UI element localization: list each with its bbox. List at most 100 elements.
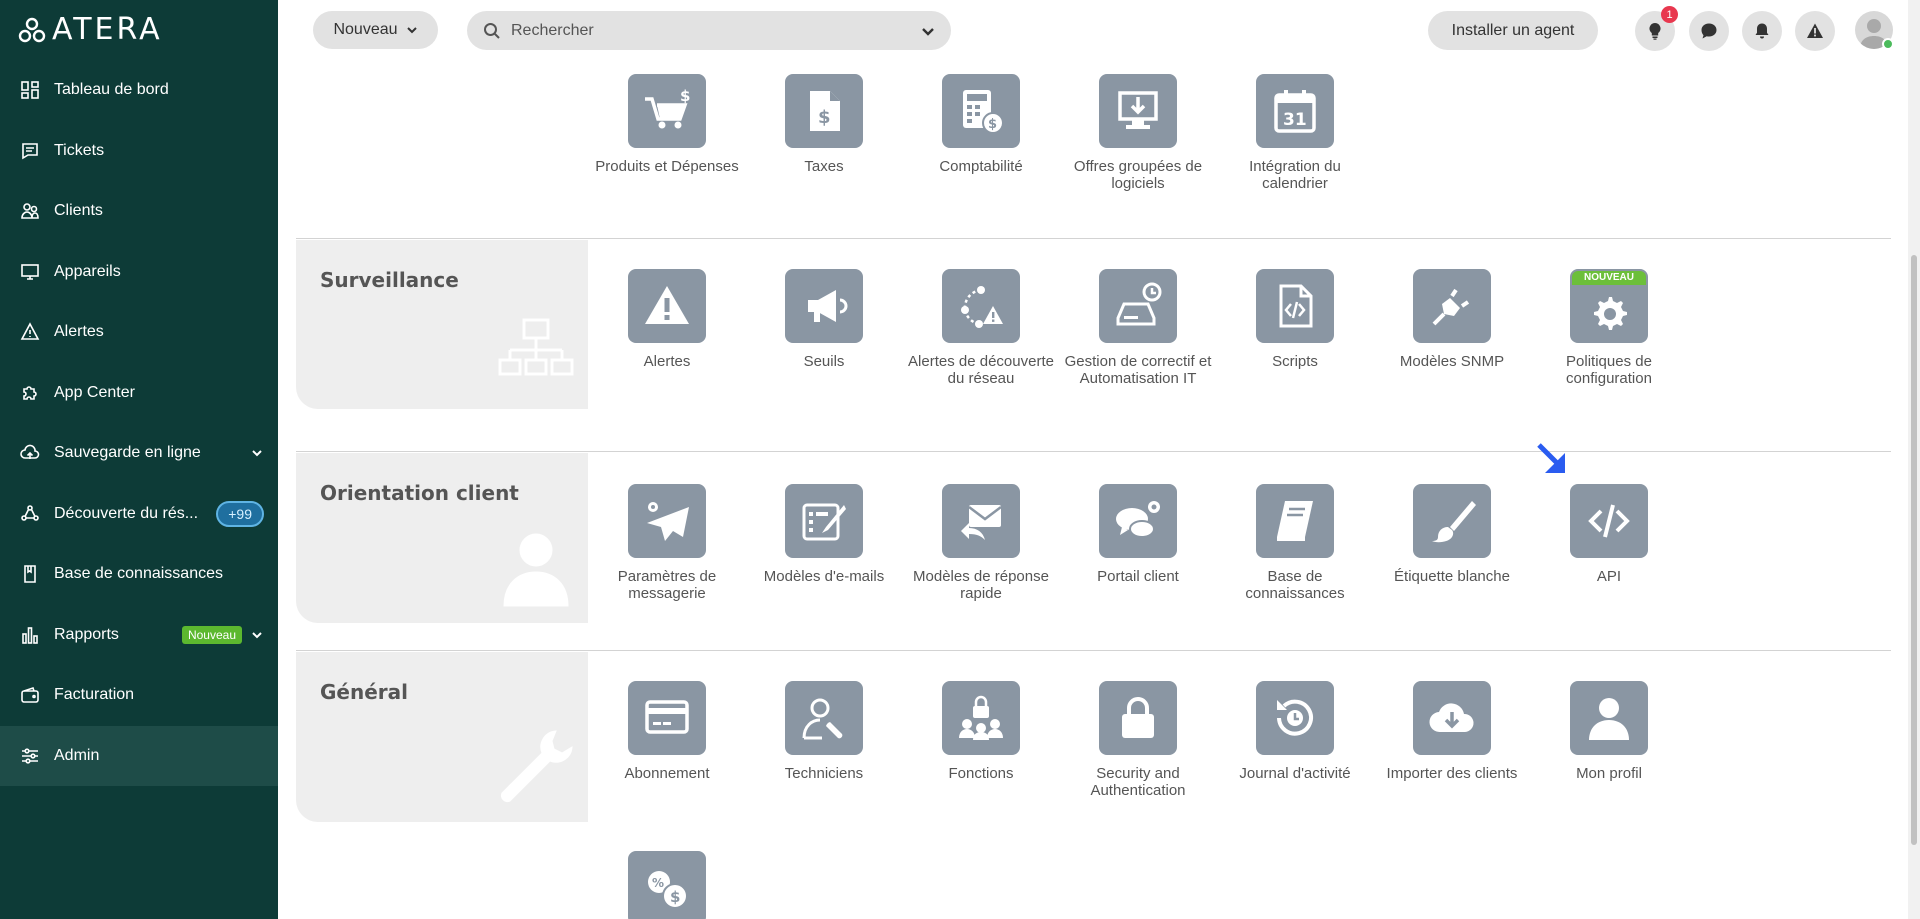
svg-text:$: $ — [988, 117, 997, 132]
clients-icon — [20, 201, 40, 221]
sidebar-item-app-center[interactable]: App Center — [0, 363, 278, 424]
sidebar-item-label: App Center — [54, 383, 135, 401]
tile-import-clients[interactable]: Importer des clients — [1373, 681, 1531, 782]
tile-label: Étiquette blanche — [1394, 568, 1510, 585]
sidebar-item-billing[interactable]: Facturation — [0, 665, 278, 726]
install-agent-button[interactable]: Installer un agent — [1428, 11, 1598, 50]
chevron-down-icon[interactable] — [250, 628, 264, 642]
tile-white-label[interactable]: Étiquette blanche — [1373, 484, 1531, 585]
user-icon — [1570, 681, 1648, 755]
roles-lock-icon — [942, 681, 1020, 755]
online-status-dot — [1882, 38, 1894, 50]
admin-content: $ Produits et Dépenses $ Taxes $ Comptab… — [278, 60, 1908, 919]
sidebar-item-knowledge-base[interactable]: Base de connaissances — [0, 544, 278, 605]
tile-client-portal[interactable]: Portail client — [1059, 484, 1217, 585]
tile-label: Politiques de configuration — [1566, 353, 1652, 387]
new-button-label: Nouveau — [333, 21, 398, 38]
tile-technicians[interactable]: Techniciens — [745, 681, 903, 782]
sidebar-item-devices[interactable]: Appareils — [0, 242, 278, 303]
tile-label: Alertes — [643, 353, 691, 370]
tile-label: Modèles SNMP — [1399, 353, 1505, 370]
chat-button[interactable] — [1689, 11, 1729, 51]
puzzle-icon — [20, 383, 40, 403]
section-card: Orientation client — [296, 453, 588, 623]
tile-taxes[interactable]: $ Taxes — [745, 74, 903, 175]
book-icon — [1256, 484, 1334, 558]
sidebar-item-label: Sauvegarde en ligne — [54, 444, 201, 462]
tile-knowledge-base[interactable]: Base de connaissances — [1216, 484, 1374, 602]
sidebar-item-clients[interactable]: Clients — [0, 181, 278, 242]
sidebar-item-reports[interactable]: Rapports Nouveau — [0, 605, 278, 666]
tile-email-templates[interactable]: Modèles d'e-mails — [745, 484, 903, 585]
tile-configuration-policies[interactable]: NOUVEAU Politiques de configuration — [1530, 269, 1688, 387]
surveillance-section: Surveillance Alertes Seuils Alertes de d… — [296, 238, 1891, 451]
pointer-arrow-icon — [1537, 443, 1565, 473]
chevron-down-icon[interactable] — [250, 446, 264, 460]
svg-text:$: $ — [680, 87, 690, 105]
sidebar-item-admin[interactable]: Admin — [0, 725, 278, 786]
tile-label: Offres groupées de logiciels — [1073, 158, 1203, 192]
tile-patch-management[interactable]: Gestion de correctif et Automatisation I… — [1059, 269, 1217, 387]
chevron-down-icon[interactable] — [921, 24, 935, 38]
wrench-illustration-icon — [496, 727, 576, 812]
tile-calendar-integration[interactable]: 31 Intégration du calendrier — [1216, 74, 1374, 192]
tips-button[interactable]: 1 — [1635, 6, 1678, 51]
network-alert-icon — [942, 269, 1020, 343]
sidebar-item-label: Admin — [54, 746, 100, 764]
tile-label: Intégration du calendrier — [1249, 158, 1341, 192]
tile-network-discovery-alerts[interactable]: Alertes de découverte du réseau — [902, 269, 1060, 387]
tile-api[interactable]: API — [1530, 484, 1688, 585]
tile-currency[interactable]: % $ — [588, 851, 746, 919]
plug-icon — [1413, 269, 1491, 343]
tile-alerts[interactable]: Alertes — [588, 269, 746, 370]
software-bundle-icon — [1099, 74, 1177, 148]
wallet-icon — [20, 685, 40, 705]
sidebar-item-label: Rapports — [54, 625, 119, 643]
cloud-download-icon — [1413, 681, 1491, 755]
sidebar-item-dashboard[interactable]: Tableau de bord — [0, 60, 278, 121]
sidebar-item-tickets[interactable]: Tickets — [0, 121, 278, 182]
tile-scripts[interactable]: Scripts — [1216, 269, 1374, 370]
tile-accounting[interactable]: $ Comptabilité — [902, 74, 1060, 175]
tile-label: Comptabilité — [939, 158, 1023, 175]
new-button[interactable]: Nouveau — [313, 11, 438, 49]
search-input[interactable] — [511, 21, 921, 40]
chevron-down-icon — [406, 27, 417, 34]
tile-quick-reply-templates[interactable]: Modèles de réponse rapide — [902, 484, 1060, 602]
sidebar-item-backup[interactable]: Sauvegarde en ligne — [0, 423, 278, 484]
sidebar-item-label: Facturation — [54, 686, 135, 704]
tile-thresholds[interactable]: Seuils — [745, 269, 903, 370]
atera-logo[interactable]: ATERA — [18, 14, 163, 46]
scrollbar-thumb[interactable] — [1911, 255, 1917, 845]
tile-products-expenses[interactable]: $ Produits et Dépenses — [588, 74, 746, 175]
paintbrush-icon — [1413, 484, 1491, 558]
search-bar[interactable] — [467, 11, 951, 50]
tile-label: Importer des clients — [1386, 765, 1518, 782]
tile-software-bundles[interactable]: Offres groupées de logiciels — [1059, 74, 1217, 192]
tile-label: Taxes — [804, 158, 844, 175]
sidebar-item-network-discovery[interactable]: Découverte du rés... +99 — [0, 484, 278, 545]
tile-security-authentication[interactable]: Security and Authentication — [1059, 681, 1217, 799]
notifications-button[interactable] — [1742, 11, 1782, 51]
tile-label: Base de connaissances — [1245, 568, 1345, 602]
sidebar-item-alerts[interactable]: Alertes — [0, 302, 278, 363]
network-discovery-icon — [20, 504, 40, 524]
tile-roles[interactable]: Fonctions — [902, 681, 1060, 782]
warning-icon — [1807, 23, 1823, 38]
tile-subscription[interactable]: Abonnement — [588, 681, 746, 782]
vertical-scrollbar[interactable] — [1908, 0, 1920, 919]
currency-exchange-icon: % $ — [628, 851, 706, 919]
sidebar-item-label: Tableau de bord — [54, 81, 169, 99]
lightbulb-icon — [1649, 22, 1661, 40]
tile-label: Journal d'activité — [1239, 765, 1351, 782]
section-title: Surveillance — [320, 268, 459, 292]
alerts-button[interactable] — [1795, 11, 1835, 51]
new-badge: Nouveau — [181, 625, 242, 644]
sidebar-item-label: Clients — [54, 202, 103, 220]
tile-label: Gestion de correctif et Automatisation I… — [1064, 353, 1212, 387]
tile-my-profile[interactable]: Mon profil — [1530, 681, 1688, 782]
notification-count-badge: 1 — [1661, 6, 1678, 23]
tile-activity-log[interactable]: Journal d'activité — [1216, 681, 1374, 782]
tile-messaging-settings[interactable]: Paramètres de messagerie — [588, 484, 746, 602]
tile-snmp-templates[interactable]: Modèles SNMP — [1373, 269, 1531, 370]
